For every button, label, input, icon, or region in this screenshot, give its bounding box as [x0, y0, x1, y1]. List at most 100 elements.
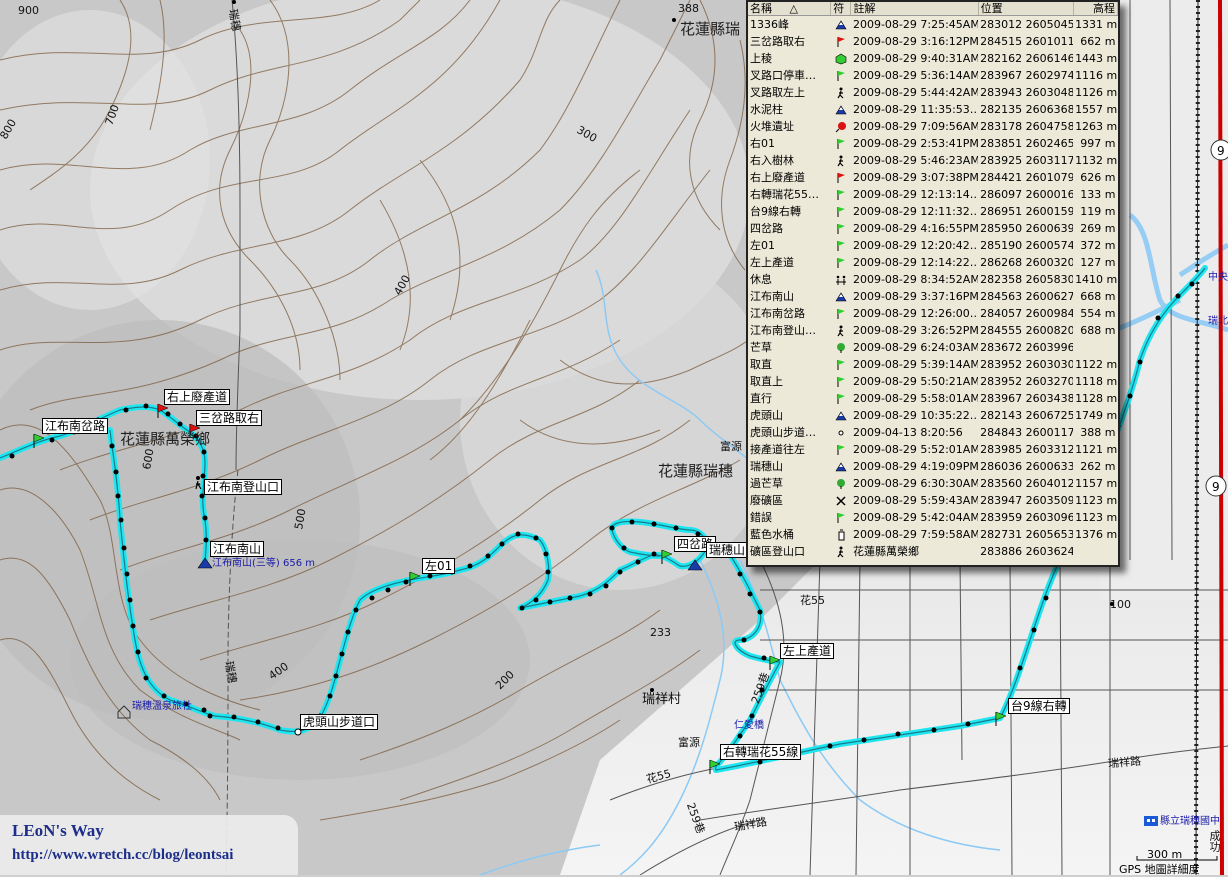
waypoint-position: 283952 2603270 — [980, 375, 1074, 388]
table-row[interactable]: 1336峰 2009-08-29 7:25:45AM 283012 2605045 1… — [748, 16, 1118, 34]
table-row[interactable]: 叉路口停車… 2009-08-29 5:36:14AM 283967 2602974… — [748, 67, 1118, 84]
hiker-icon — [831, 322, 851, 339]
waypoint-note: 2009-08-29 12:14:22… — [852, 256, 979, 269]
peak-icon — [831, 458, 851, 475]
table-row[interactable]: 廢礦區 2009-08-29 5:59:43AM 283947 2603509 112… — [748, 492, 1118, 509]
waypoint-note: 2009-08-29 5:42:04AM — [852, 511, 979, 524]
column-header-symbol[interactable]: 符 — [830, 2, 852, 16]
table-header-row: 名稱 △ 符 註解 位置 高程 — [748, 2, 1118, 16]
waypoint-position: 286951 2600159 — [980, 205, 1074, 218]
waypoint-position: 284515 2601011 — [980, 35, 1074, 48]
table-row[interactable]: 台9線右轉 2009-08-29 12:11:32… 286951 2600159 1… — [748, 203, 1118, 220]
table-row[interactable]: 休息 2009-08-29 8:34:52AM 282358 2605830 1410… — [748, 271, 1118, 288]
table-row[interactable]: 水泥柱 2009-08-29 11:35:53… 282135 2606368 155… — [748, 101, 1118, 118]
table-row[interactable]: 左01 2009-08-29 12:20:42… 285190 2600574 372… — [748, 237, 1118, 254]
hiker-icon — [831, 543, 851, 560]
table-row[interactable]: 叉路取左上 2009-08-29 5:44:42AM 283943 2603048 1… — [748, 84, 1118, 101]
place-label: 花蓮縣瑞穗 — [658, 462, 734, 480]
waypoint-name: 江布南山 — [750, 290, 794, 303]
waypoint-note: 2009-08-29 5:39:14AM — [852, 358, 979, 371]
waypoint-note: 2009-08-29 7:09:56AM — [852, 120, 979, 133]
contour-label: 900 — [18, 4, 39, 17]
waypoint-name: 叉路口停車… — [750, 69, 816, 82]
table-row[interactable]: 右01 2009-08-29 2:53:41PM 283851 2602465 997… — [748, 135, 1118, 152]
table-row[interactable]: 接產道往左 2009-08-29 5:52:01AM 283985 2603312 1… — [748, 441, 1118, 458]
table-row[interactable]: 過芒草 2009-08-29 6:30:30AM 283560 2604012 115… — [748, 475, 1118, 492]
waypoint-elevation: 127 m — [1080, 256, 1116, 269]
table-row[interactable]: 江布南登山… 2009-08-29 3:26:52PM 284555 2600820… — [748, 322, 1118, 339]
road-label: 瑞祥路 — [1107, 754, 1142, 771]
table-row[interactable]: 直行 2009-08-29 5:58:01AM 283967 2603438 1128… — [748, 390, 1118, 407]
waypoint-note: 2009-08-29 7:59:58AM — [852, 528, 979, 541]
waypoint-label-left01[interactable]: 左01 — [422, 558, 456, 574]
waypoint-position: 286036 2600633 — [980, 460, 1074, 473]
place-label: 瑞祥村 — [642, 692, 682, 707]
column-header-name[interactable]: 名稱 △ — [748, 2, 832, 16]
waypoint-label-jiangbu-trailhead[interactable]: 江布南登山口 — [204, 479, 283, 495]
column-header-position[interactable]: 位置 — [978, 2, 1074, 16]
waypoint-label-left-road[interactable]: 左上產道 — [780, 643, 835, 659]
waypoint-position: 286097 2600016 — [980, 188, 1074, 201]
waypoint-name: 左上產道 — [750, 256, 794, 269]
table-row[interactable]: 藍色水桶 2009-08-29 7:59:58AM 282731 2605653 13… — [748, 526, 1118, 543]
table-row[interactable]: 四岔路 2009-08-29 4:16:55PM 285950 2600639 269… — [748, 220, 1118, 237]
hiker-icon — [831, 152, 851, 169]
logo-url[interactable]: http://www.wretch.cc/blog/leontsai — [12, 847, 233, 864]
waypoint-label-tai9-right[interactable]: 台9線右轉 — [1008, 698, 1070, 714]
waypoint-note: 2009-08-29 3:26:52PM — [852, 324, 979, 337]
waypoint-note: 2009-08-29 10:35:22… — [852, 409, 979, 422]
table-row[interactable]: 瑞穗山 2009-08-29 4:19:09PM 286036 2600633 262… — [748, 458, 1118, 475]
table-row[interactable]: 江布南山 2009-08-29 3:37:16PM 284563 2600627 66… — [748, 288, 1118, 305]
flag-red-icon — [831, 33, 851, 50]
waypoint-label-right-hua55[interactable]: 右轉瑞花55線 — [720, 744, 802, 760]
waypoint-label-jiangbu-south-fork[interactable]: 江布南岔路 — [42, 418, 109, 434]
table-row[interactable]: 火堆遺址 2009-08-29 7:09:56AM 283178 2604758 12… — [748, 118, 1118, 135]
waypoint-position: 283012 2605045 — [980, 18, 1074, 31]
table-row[interactable]: 三岔路取右 2009-08-29 3:16:12PM 284515 2601011 6… — [748, 33, 1118, 50]
place-label: 富源 — [720, 440, 742, 453]
flag-green-icon — [831, 373, 851, 390]
table-row[interactable]: 錯誤 2009-08-29 5:42:04AM 283959 2603096 1123… — [748, 509, 1118, 526]
waypoint-note: 2009-08-29 5:59:43AM — [852, 494, 979, 507]
waypoint-name: 左01 — [750, 239, 775, 252]
drink-icon — [831, 526, 851, 543]
waypoint-name: 水泥柱 — [750, 103, 783, 116]
flag-green-icon — [831, 203, 851, 220]
dot-icon — [831, 424, 851, 441]
table-row[interactable]: 江布南岔路 2009-08-29 12:26:00… 284057 2600984 5… — [748, 305, 1118, 322]
column-header-elevation[interactable]: 高程 — [1073, 2, 1118, 16]
waypoint-name: 江布南岔路 — [750, 307, 805, 320]
waypoint-position: 285190 2600574 — [980, 239, 1074, 252]
table-row[interactable]: 礦區登山口 花蓮縣萬榮鄉 283886 2603624 — [748, 543, 1118, 560]
waypoint-note: 2009-08-29 5:52:01AM — [852, 443, 979, 456]
waypoint-label-sancha-right[interactable]: 三岔路取右 — [196, 410, 263, 426]
waypoint-note: 2009-08-29 2:53:41PM — [852, 137, 979, 150]
waypoint-elevation: 1410 m — [1075, 273, 1118, 286]
waypoint-elevation — [1073, 339, 1117, 356]
waypoint-list-panel[interactable]: 名稱 △ 符 註解 位置 高程 1336峰 2009-08-29 7:25:45A… — [746, 0, 1120, 567]
table-row[interactable]: 右上廢產道 2009-08-29 3:07:38PM 284421 2601079 6… — [748, 169, 1118, 186]
waypoint-position: 283925 2603117 — [980, 154, 1074, 167]
place-label: 富源 — [678, 736, 700, 749]
flag-green-icon — [831, 186, 851, 203]
table-row[interactable]: 取直 2009-08-29 5:39:14AM 283952 2603030 1122… — [748, 356, 1118, 373]
table-row[interactable]: 左上產道 2009-08-29 12:14:22… 286268 2600320 12… — [748, 254, 1118, 271]
waypoint-elevation: 1116 m — [1075, 69, 1118, 82]
waypoint-label-hutoushan-trailhead[interactable]: 虎頭山步道口 — [300, 714, 379, 730]
table-row[interactable]: 虎頭山步道… 2009-04-13 8:20:56 284843 2600117 38… — [748, 424, 1118, 441]
table-row[interactable]: 右入樹林 2009-08-29 5:46:23AM 283925 2603117 11… — [748, 152, 1118, 169]
waypoint-note: 2009-08-29 5:44:42AM — [852, 86, 979, 99]
scale-bar: 300 m GPS 地圖詳細度 — [1117, 848, 1228, 876]
waypoint-name: 休息 — [750, 273, 772, 286]
table-row[interactable]: 右轉瑞花55… 2009-08-29 12:13:14… 286097 260001… — [748, 186, 1118, 203]
table-row[interactable]: 取直上 2009-08-29 5:50:21AM 283952 2603270 111… — [748, 373, 1118, 390]
waypoint-note: 2009-08-29 8:34:52AM — [852, 273, 979, 286]
waypoint-label-ruisui-mtn[interactable]: 瑞穗山 — [706, 542, 749, 558]
table-row[interactable]: 芒草 2009-08-29 6:24:03AM 283672 2603996 — [748, 339, 1118, 356]
table-row[interactable]: 虎頭山 2009-08-29 10:35:22… 282143 2606725 174… — [748, 407, 1118, 424]
place-label: 縣立瑞穗國中 — [1160, 816, 1220, 827]
waypoint-label-right-waste-road[interactable]: 右上廢產道 — [164, 389, 231, 405]
column-header-note[interactable]: 註解 — [850, 2, 979, 16]
table-row[interactable]: 上稜 2009-08-29 9:40:31AM 282162 2606146 1443… — [748, 50, 1118, 67]
route9-label: 9 — [1212, 480, 1220, 494]
